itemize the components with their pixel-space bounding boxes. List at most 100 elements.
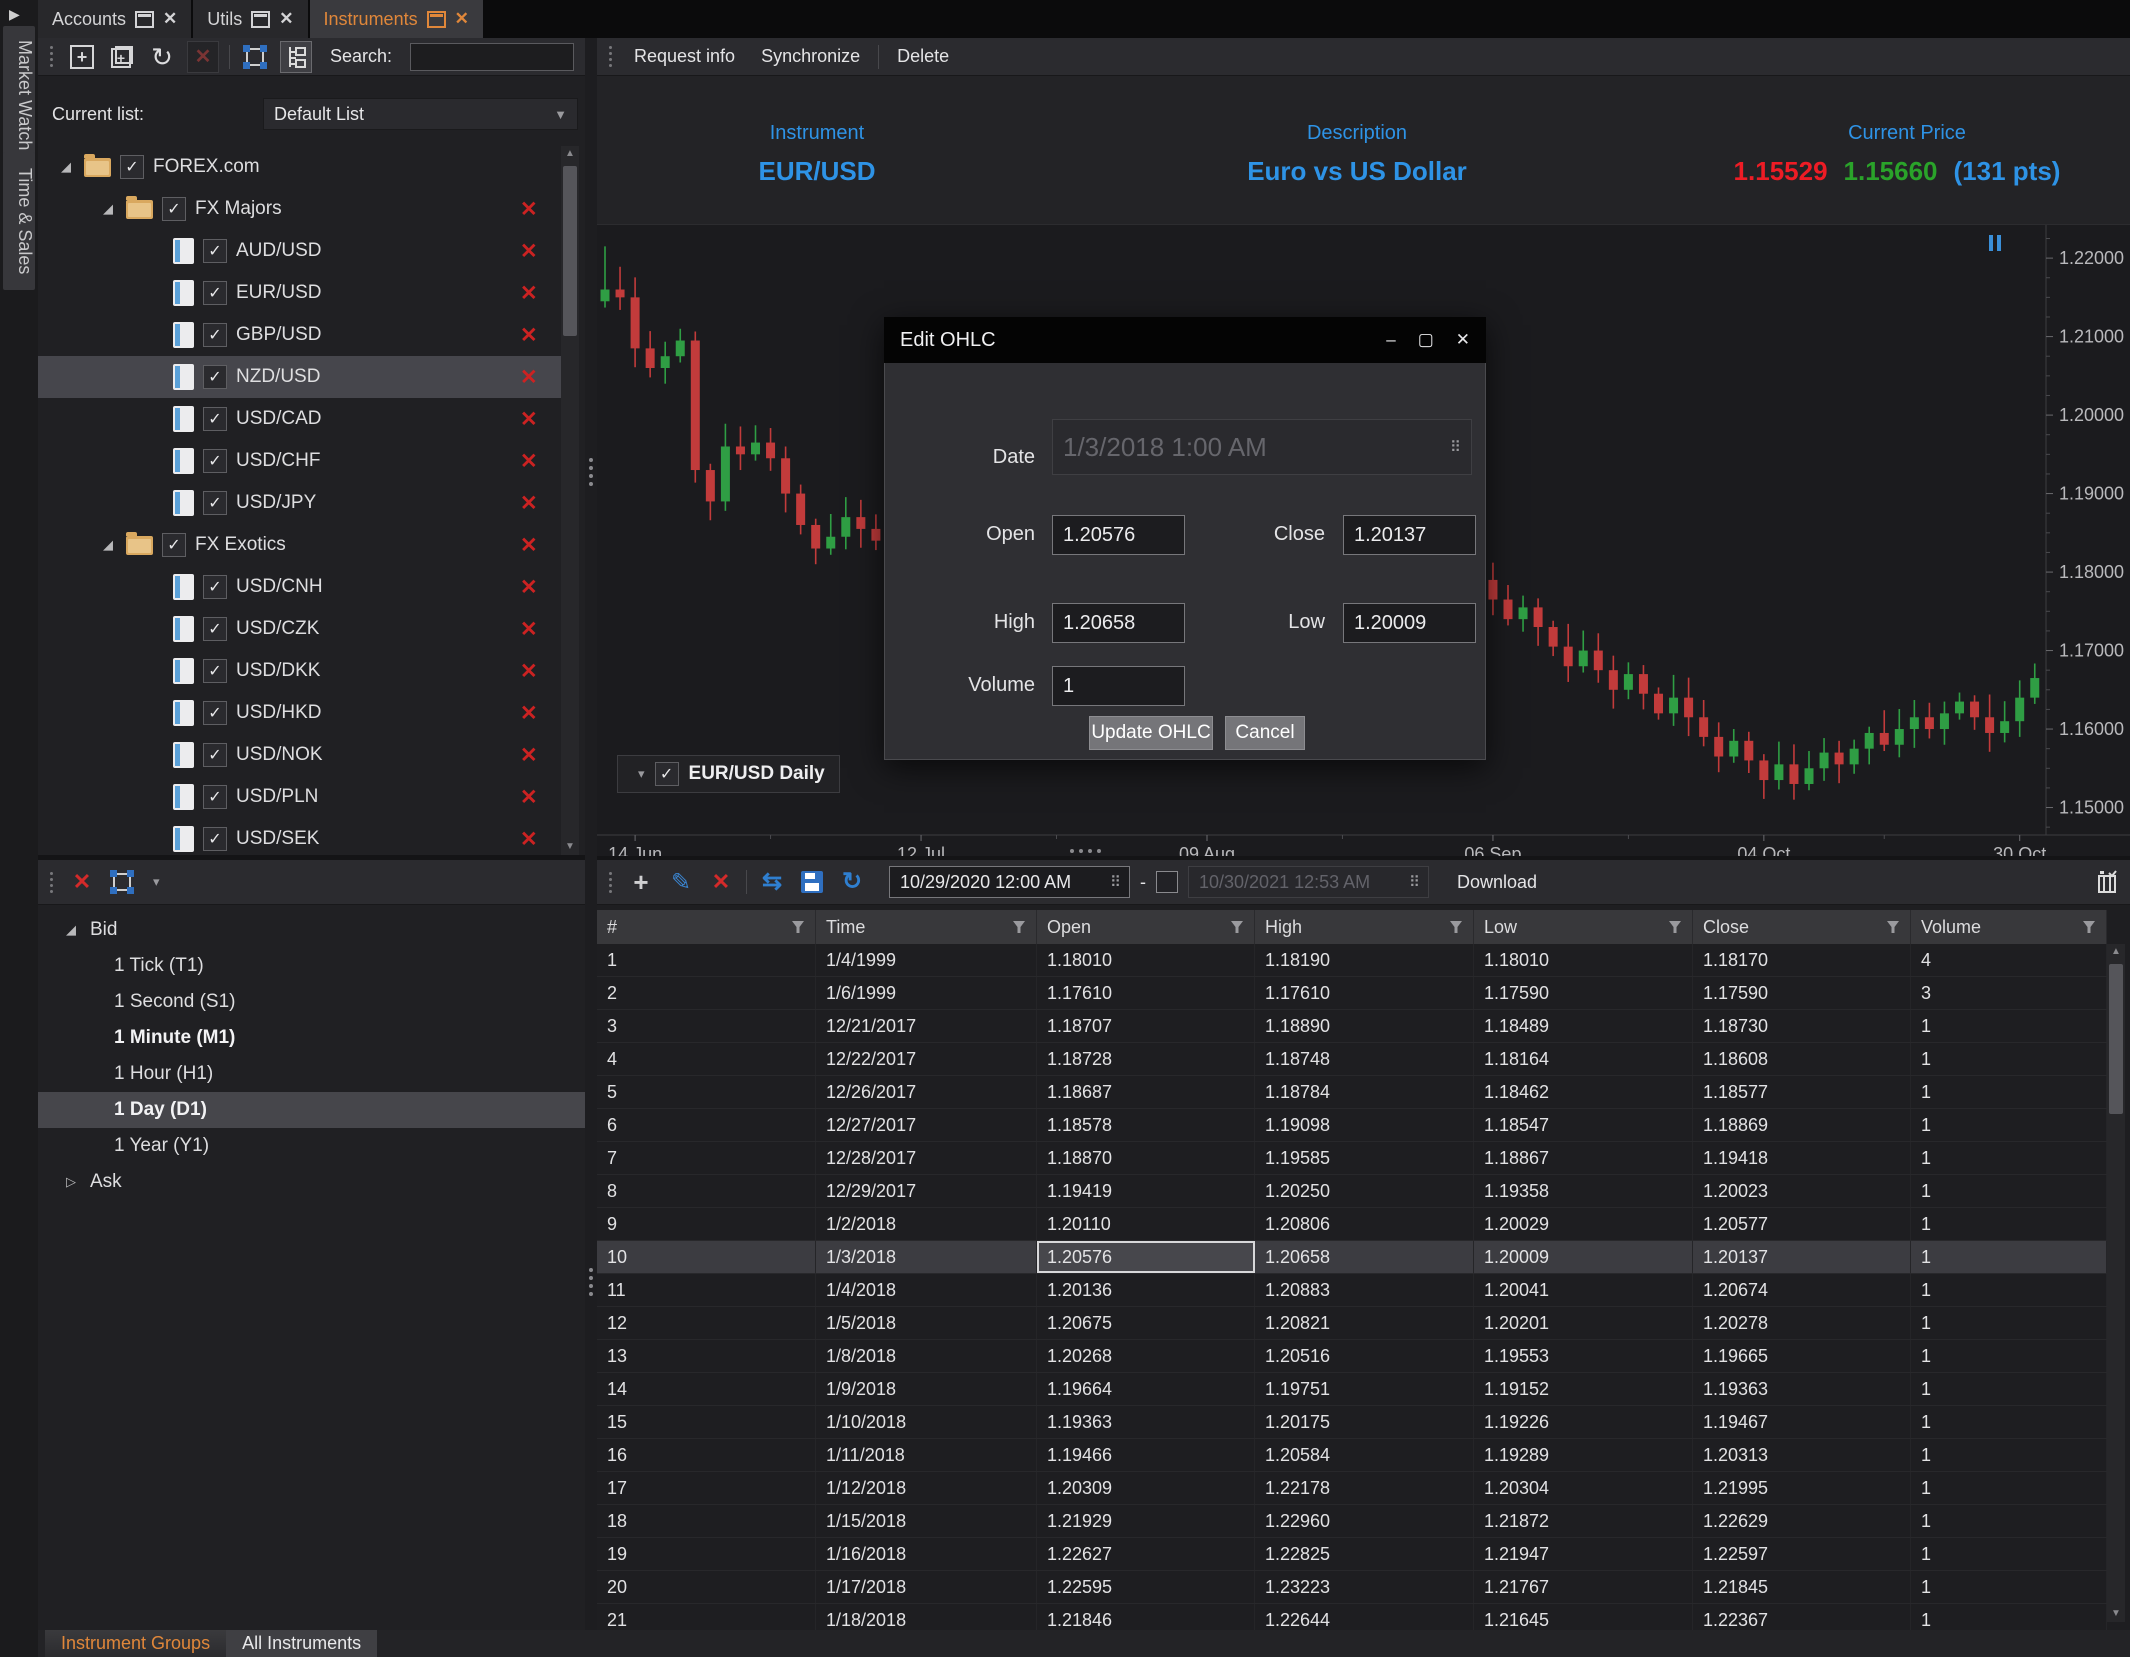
instrument-tree-item[interactable]: ✓GBP/USD✕ xyxy=(38,314,561,356)
instrument-tree-item[interactable]: ✓AUD/USD✕ xyxy=(38,230,561,272)
tab-close-icon[interactable]: ✕ xyxy=(163,9,177,29)
table-cell[interactable]: 1 xyxy=(1911,1208,2107,1240)
table-cell[interactable]: 1/5/2018 xyxy=(816,1307,1037,1339)
table-row[interactable]: 131/8/20181.202681.205161.195531.196651 xyxy=(597,1340,2107,1373)
table-cell[interactable]: 1.20576 xyxy=(1037,1241,1255,1273)
table-cell[interactable]: 1 xyxy=(1911,1274,2107,1306)
instrument-tree-item[interactable]: ✓USD/DKK✕ xyxy=(38,650,561,692)
synchronize-button[interactable]: Synchronize xyxy=(753,46,868,67)
table-cell[interactable]: 1.17590 xyxy=(1474,977,1693,1009)
table-cell[interactable]: 11 xyxy=(597,1274,816,1306)
instrument-tree-item[interactable]: ✓USD/JPY✕ xyxy=(38,482,561,524)
filter-icon[interactable] xyxy=(2082,921,2096,934)
expander-icon[interactable]: ▷ xyxy=(66,1174,80,1190)
table-cell[interactable]: 12 xyxy=(597,1307,816,1339)
table-cell[interactable]: 1.18784 xyxy=(1255,1076,1474,1108)
scroll-down-icon[interactable]: ▼ xyxy=(2107,1606,2125,1622)
table-cell[interactable]: 1.19098 xyxy=(1255,1109,1474,1141)
table-cell[interactable]: 5 xyxy=(597,1076,816,1108)
table-cell[interactable]: 1.20304 xyxy=(1474,1472,1693,1504)
table-cell[interactable]: 1.20674 xyxy=(1693,1274,1911,1306)
table-cell[interactable]: 1 xyxy=(1911,1604,2107,1630)
table-row[interactable]: 171/12/20181.203091.221781.203041.219951 xyxy=(597,1472,2107,1505)
download-button[interactable]: Download xyxy=(1449,872,1545,893)
table-cell[interactable]: 1.21995 xyxy=(1693,1472,1911,1504)
instrument-tree-item[interactable]: ✓USD/CZK✕ xyxy=(38,608,561,650)
refresh-button[interactable]: ↻ xyxy=(147,42,177,72)
table-cell[interactable]: 1.20313 xyxy=(1693,1439,1911,1471)
remove-instrument-icon[interactable]: ✕ xyxy=(520,491,538,516)
chevron-down-icon[interactable]: ▾ xyxy=(153,874,160,890)
instrument-tree-item[interactable]: ✓NZD/USD✕ xyxy=(38,356,561,398)
table-cell[interactable]: 1.22627 xyxy=(1037,1538,1255,1570)
checkbox[interactable]: ✓ xyxy=(203,281,227,305)
table-cell[interactable]: 1.18869 xyxy=(1693,1109,1911,1141)
table-cell[interactable]: 1.20136 xyxy=(1037,1274,1255,1306)
table-cell[interactable]: 1.20175 xyxy=(1255,1406,1474,1438)
table-cell[interactable]: 1/4/1999 xyxy=(816,944,1037,976)
table-cell[interactable]: 1.19358 xyxy=(1474,1175,1693,1207)
select-instruments-button[interactable] xyxy=(240,42,270,72)
table-cell[interactable]: 1.19419 xyxy=(1037,1175,1255,1207)
table-cell[interactable]: 12/28/2017 xyxy=(816,1142,1037,1174)
table-cell[interactable]: 6 xyxy=(597,1109,816,1141)
table-cell[interactable]: 12/22/2017 xyxy=(816,1043,1037,1075)
table-cell[interactable]: 1.18748 xyxy=(1255,1043,1474,1075)
column-header-time[interactable]: Time xyxy=(816,910,1037,944)
table-cell[interactable]: 1.18867 xyxy=(1474,1142,1693,1174)
table-cell[interactable]: 1.21767 xyxy=(1474,1571,1693,1603)
tab-close-icon[interactable]: ✕ xyxy=(455,9,469,29)
dock-expand-icon[interactable]: ▶ xyxy=(9,6,20,23)
instrument-tree-item[interactable]: ◢✓FOREX.com xyxy=(38,146,561,188)
table-cell[interactable]: 1.20821 xyxy=(1255,1307,1474,1339)
tree-view-button[interactable] xyxy=(280,41,312,73)
add-row-button[interactable]: + xyxy=(626,867,656,897)
table-cell[interactable]: 1 xyxy=(1911,1142,2107,1174)
table-row[interactable]: 11/4/19991.180101.181901.180101.181704 xyxy=(597,944,2107,977)
horizontal-splitter[interactable] xyxy=(1070,849,1101,853)
table-cell[interactable]: 1.19363 xyxy=(1037,1406,1255,1438)
request-info-button[interactable]: Request info xyxy=(626,46,743,67)
close-value[interactable] xyxy=(1344,524,1475,547)
table-cell[interactable]: 1.18578 xyxy=(1037,1109,1255,1141)
table-cell[interactable]: 1/15/2018 xyxy=(816,1505,1037,1537)
table-cell[interactable]: 1.19363 xyxy=(1693,1373,1911,1405)
close-icon[interactable]: ✕ xyxy=(1456,330,1470,350)
table-cell[interactable]: 19 xyxy=(597,1538,816,1570)
column-header-low[interactable]: Low xyxy=(1474,910,1693,944)
remove-instrument-icon[interactable]: ✕ xyxy=(520,197,538,222)
table-cell[interactable]: 1/18/2018 xyxy=(816,1604,1037,1630)
table-cell[interactable]: 1.19553 xyxy=(1474,1340,1693,1372)
checkbox[interactable]: ✓ xyxy=(203,743,227,767)
tab-instrument-groups[interactable]: Instrument Groups xyxy=(45,1630,226,1657)
instrument-tree-item[interactable]: ✓USD/CNH✕ xyxy=(38,566,561,608)
table-cell[interactable]: 3 xyxy=(1911,977,2107,1009)
table-cell[interactable]: 12/27/2017 xyxy=(816,1109,1037,1141)
delete-button[interactable]: Delete xyxy=(889,46,957,67)
filter-icon[interactable] xyxy=(791,921,805,934)
table-cell[interactable]: 1 xyxy=(1911,1538,2107,1570)
table-cell[interactable]: 1.18577 xyxy=(1693,1076,1911,1108)
swap-button[interactable]: ⇆ xyxy=(757,867,787,897)
table-cell[interactable]: 14 xyxy=(597,1373,816,1405)
table-cell[interactable]: 1.19467 xyxy=(1693,1406,1911,1438)
table-row[interactable]: 312/21/20171.187071.188901.184891.187301 xyxy=(597,1010,2107,1043)
delete-button-disabled[interactable]: ✕ xyxy=(187,41,219,73)
checkbox[interactable]: ✓ xyxy=(120,155,144,179)
maximize-icon[interactable]: ▢ xyxy=(1418,330,1434,350)
select-periods-button[interactable] xyxy=(107,867,137,897)
table-row[interactable]: 161/11/20181.194661.205841.192891.203131 xyxy=(597,1439,2107,1472)
expander-icon[interactable]: ◢ xyxy=(61,159,75,175)
checkbox[interactable]: ✓ xyxy=(203,491,227,515)
remove-instrument-icon[interactable]: ✕ xyxy=(520,785,538,810)
tab-all-instruments[interactable]: All Instruments xyxy=(226,1630,377,1657)
table-cell[interactable]: 1/9/2018 xyxy=(816,1373,1037,1405)
table-cell[interactable]: 1/3/2018 xyxy=(816,1241,1037,1273)
table-cell[interactable]: 1/11/2018 xyxy=(816,1439,1037,1471)
instrument-tree-item[interactable]: ✓USD/HKD✕ xyxy=(38,692,561,734)
column-header-num[interactable]: # xyxy=(597,910,816,944)
period-tree-item[interactable]: 1 Minute (M1) xyxy=(38,1020,585,1056)
table-cell[interactable]: 1.18890 xyxy=(1255,1010,1474,1042)
table-cell[interactable]: 1.18164 xyxy=(1474,1043,1693,1075)
table-cell[interactable]: 1.20009 xyxy=(1474,1241,1693,1273)
